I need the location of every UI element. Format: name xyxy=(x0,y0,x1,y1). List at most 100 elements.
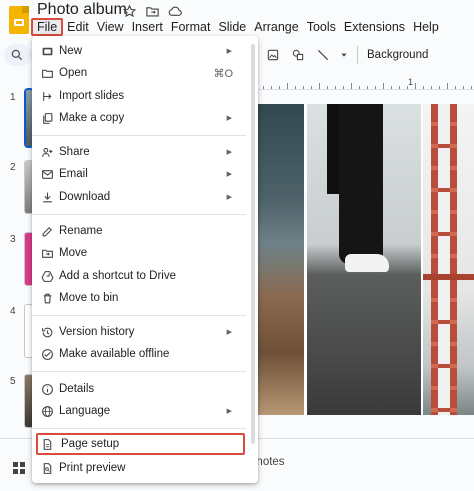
horizontal-ruler: 1 xyxy=(255,77,474,90)
menu-item-details[interactable]: Details xyxy=(32,378,250,400)
menu-slide[interactable]: Slide xyxy=(214,18,250,36)
history-icon xyxy=(40,325,54,339)
menu-item-label: Rename xyxy=(59,225,103,237)
menu-arrange[interactable]: Arrange xyxy=(250,18,302,36)
menu-item-label: Move to bin xyxy=(59,292,119,304)
page-setup-icon xyxy=(40,437,54,451)
ruler-tick xyxy=(383,83,384,89)
ruler-tick xyxy=(391,86,392,89)
photo-rocky-sea[interactable] xyxy=(257,104,304,415)
drive-shortcut-icon xyxy=(40,269,54,283)
menu-divider xyxy=(32,135,246,136)
menu-item-move-to-bin[interactable]: Move to bin xyxy=(32,287,250,309)
menu-item-label: Version history xyxy=(59,326,135,338)
image-icon[interactable] xyxy=(265,47,281,63)
menu-edit[interactable]: Edit xyxy=(63,18,93,36)
cloud-saved-icon[interactable] xyxy=(167,3,183,19)
menu-item-label: Language xyxy=(59,405,111,417)
ruler-tick xyxy=(335,86,336,89)
submenu-arrow-icon: ▶ xyxy=(226,115,232,122)
ruler-tick xyxy=(415,83,416,89)
menu-item-label: Details xyxy=(59,383,95,395)
ruler-tick xyxy=(319,83,320,89)
ruler-tick xyxy=(311,86,312,89)
menu-item-print-preview[interactable]: Print preview xyxy=(32,457,250,479)
ruler-tick xyxy=(359,86,360,89)
menu-item-label: Share xyxy=(59,146,90,158)
menu-item-label: Open xyxy=(59,67,88,79)
ruler-tick xyxy=(343,86,344,89)
star-icon[interactable] xyxy=(121,3,137,19)
ruler-tick xyxy=(407,86,408,89)
open-folder-icon xyxy=(40,66,54,80)
menu-help[interactable]: Help xyxy=(409,18,443,36)
menu-divider xyxy=(32,214,246,215)
grid-view-icon[interactable] xyxy=(13,462,25,474)
menu-item-rename[interactable]: Rename xyxy=(32,220,250,242)
offline-icon xyxy=(40,347,54,361)
menu-format[interactable]: Format xyxy=(167,18,215,36)
ruler-tick xyxy=(279,86,280,89)
menu-item-add-shortcut[interactable]: Add a shortcut to Drive xyxy=(32,265,250,287)
menu-item-open[interactable]: Open ⌘O xyxy=(32,62,250,84)
menu-item-download[interactable]: Download ▶ xyxy=(32,186,250,208)
search-icon xyxy=(11,49,23,61)
menu-item-version-history[interactable]: Version history ▶ xyxy=(32,321,250,343)
download-icon xyxy=(40,190,54,204)
ruler-label: 1 xyxy=(408,77,414,87)
menu-item-make-a-copy[interactable]: Make a copy ▶ xyxy=(32,107,250,129)
ruler-tick xyxy=(423,86,424,89)
menu-item-label: Move xyxy=(59,247,88,259)
document-title[interactable]: Photo album xyxy=(37,1,127,19)
slide-number: 5 xyxy=(10,376,16,387)
line-icon[interactable] xyxy=(315,47,331,63)
menu-insert[interactable]: Insert xyxy=(128,18,167,36)
menu-item-label: Email xyxy=(59,168,88,180)
slide-number: 4 xyxy=(10,306,16,317)
menu-view[interactable]: View xyxy=(93,18,128,36)
trash-icon xyxy=(40,291,54,305)
submenu-arrow-icon: ▶ xyxy=(226,149,232,156)
menu-divider xyxy=(32,315,246,316)
menu-item-new[interactable]: New ▶ xyxy=(32,40,250,62)
ruler-tick xyxy=(471,86,472,89)
rename-icon xyxy=(40,224,54,238)
background-button[interactable]: Background xyxy=(367,49,428,61)
shortcut-label: ⌘O xyxy=(213,67,233,80)
submenu-arrow-icon: ▶ xyxy=(226,329,232,336)
ruler-tick xyxy=(439,86,440,89)
toolbar: Background xyxy=(240,42,474,68)
ruler-tick xyxy=(447,83,448,89)
menu-file[interactable]: File xyxy=(31,18,64,36)
menu-item-import-slides[interactable]: Import slides xyxy=(32,85,250,107)
menu-item-email[interactable]: Email ▶ xyxy=(32,163,250,185)
menu-item-move[interactable]: Move xyxy=(32,242,250,264)
photo-person-legs[interactable] xyxy=(307,104,421,415)
ruler-tick xyxy=(399,86,400,89)
menu-scrollbar[interactable] xyxy=(251,44,255,444)
move-to-folder-icon[interactable] xyxy=(144,3,160,19)
ruler-tick xyxy=(271,86,272,89)
ruler-tick xyxy=(367,86,368,89)
slides-logo[interactable] xyxy=(9,6,29,34)
toolbar-divider xyxy=(357,46,358,64)
slide-number: 3 xyxy=(10,234,16,245)
ruler-tick xyxy=(375,86,376,89)
menu-item-share[interactable]: Share ▶ xyxy=(32,141,250,163)
slide-canvas[interactable] xyxy=(257,104,474,415)
menu-item-language[interactable]: Language ▶ xyxy=(32,400,250,422)
file-menu-dropdown: New ▶ Open ⌘O Import slides Make a copy … xyxy=(32,36,258,483)
shapes-icon[interactable] xyxy=(290,47,306,63)
menu-tools[interactable]: Tools xyxy=(303,18,340,36)
menu-item-make-available-offline[interactable]: Make available offline xyxy=(32,343,250,365)
photo-golden-gate-bridge[interactable] xyxy=(423,104,474,415)
menu-extensions[interactable]: Extensions xyxy=(340,18,409,36)
submenu-arrow-icon: ▶ xyxy=(226,48,232,55)
print-preview-icon xyxy=(40,461,54,475)
menu-item-label: Make a copy xyxy=(59,112,125,124)
search-menus-button[interactable] xyxy=(4,44,32,66)
ruler-tick xyxy=(431,86,432,89)
chevron-down-icon[interactable] xyxy=(340,47,348,63)
menu-item-page-setup[interactable]: Page setup xyxy=(36,433,245,455)
info-icon xyxy=(40,382,54,396)
